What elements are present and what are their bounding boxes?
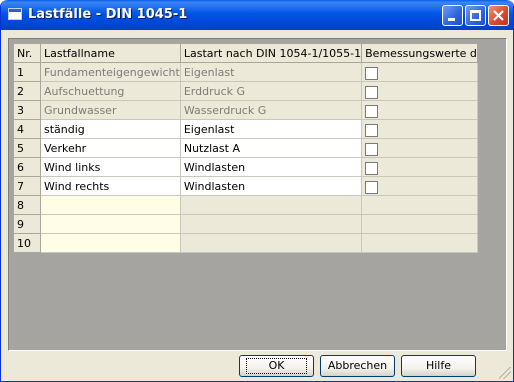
lastfallname-cell[interactable] [40,233,181,253]
load-case-table: Nr. Lastfallname Lastart nach DIN 1054-1… [13,43,478,253]
maximize-button[interactable] [465,5,486,26]
bemessungswerte-cell[interactable] [361,81,478,101]
column-header-nr[interactable]: Nr. [13,43,41,63]
bemessungswerte-checkbox[interactable] [365,123,379,137]
help-button[interactable]: Hilfe [401,355,476,377]
row-number: 10 [13,233,41,253]
table-row[interactable]: 5 Verkehr Nutzlast A [13,138,478,158]
bemessungswerte-cell[interactable] [361,233,478,253]
lastfallname-cell[interactable]: Wind links [40,157,181,177]
lastart-cell[interactable] [179,214,363,234]
bemessungswerte-cell[interactable] [361,195,478,215]
table-row[interactable]: 1 Fundamenteigengewicht Eigenlast [13,62,478,82]
load-case-grid-area: Nr. Lastfallname Lastart nach DIN 1054-1… [8,38,507,351]
bemessungswerte-checkbox[interactable] [365,142,379,156]
bemessungswerte-cell[interactable] [361,157,478,177]
row-number: 3 [13,100,41,120]
column-header-bemessungswerte[interactable]: Bemessungswerte d [361,43,478,63]
column-header-lastfallname[interactable]: Lastfallname [40,43,181,63]
bemessungswerte-cell[interactable] [361,100,478,120]
bemessungswerte-checkbox[interactable] [365,161,379,175]
lastfallname-cell[interactable]: Verkehr [40,138,181,158]
row-number: 1 [13,62,41,82]
bemessungswerte-cell[interactable] [361,176,478,196]
bemessungswerte-cell[interactable] [361,214,478,234]
close-button[interactable] [488,5,509,26]
window-icon [8,8,22,20]
row-number: 8 [13,195,41,215]
resize-grip[interactable] [499,367,511,379]
lastart-cell[interactable]: Windlasten [179,176,363,196]
table-row[interactable]: 6 Wind links Windlasten [13,157,478,177]
ok-button-label: OK [245,358,308,374]
row-number: 7 [13,176,41,196]
window-title: Lastfälle - DIN 1045-1 [28,7,188,22]
lastfallname-cell[interactable] [40,214,181,234]
lastart-cell[interactable]: Eigenlast [179,119,363,139]
bemessungswerte-checkbox[interactable] [365,85,379,99]
table-row[interactable]: 4 ständig Eigenlast [13,119,478,139]
table-row[interactable]: 3 Grundwasser Wasserdruck G [13,100,478,120]
row-number: 5 [13,138,41,158]
table-header-row: Nr. Lastfallname Lastart nach DIN 1054-1… [13,43,478,63]
lastart-cell[interactable] [179,233,363,253]
bemessungswerte-cell[interactable] [361,119,478,139]
lastart-cell[interactable]: Erddruck G [179,81,363,101]
table-row[interactable]: 10 [13,233,478,253]
row-number: 2 [13,81,41,101]
title-bar[interactable]: Lastfälle - DIN 1045-1 [1,0,513,30]
cancel-button[interactable]: Abbrechen [320,355,395,377]
row-number: 6 [13,157,41,177]
bemessungswerte-checkbox[interactable] [365,104,379,118]
lastfallname-cell[interactable]: Aufschuettung [40,81,181,101]
lastfallname-cell[interactable]: Grundwasser [40,100,181,120]
table-row[interactable]: 9 [13,214,478,234]
row-number: 9 [13,214,41,234]
minimize-button[interactable] [442,5,463,26]
lastart-cell[interactable] [179,195,363,215]
table-row[interactable]: 8 [13,195,478,215]
bemessungswerte-checkbox[interactable] [365,66,379,80]
table-row[interactable]: 7 Wind rechts Windlasten [13,176,478,196]
column-header-lastart[interactable]: Lastart nach DIN 1054-1/1055-1 [179,43,363,63]
lastfallname-cell[interactable]: Fundamenteigengewicht [40,62,181,82]
lastfallname-cell[interactable]: Wind rechts [40,176,181,196]
lastart-cell[interactable]: Wasserdruck G [179,100,363,120]
lastfallname-cell[interactable]: ständig [40,119,181,139]
bemessungswerte-cell[interactable] [361,62,478,82]
bemessungswerte-checkbox[interactable] [365,180,379,194]
close-icon [493,10,504,21]
lastart-cell[interactable]: Windlasten [179,157,363,177]
bemessungswerte-cell[interactable] [361,138,478,158]
dialog-window: Lastfälle - DIN 1045-1 Nr. Lastfallname … [0,0,514,382]
row-number: 4 [13,119,41,139]
table-row[interactable]: 2 Aufschuettung Erddruck G [13,81,478,101]
lastart-cell[interactable]: Nutzlast A [179,138,363,158]
ok-button[interactable]: OK [239,355,314,377]
lastart-cell[interactable]: Eigenlast [179,62,363,82]
lastfallname-cell[interactable] [40,195,181,215]
